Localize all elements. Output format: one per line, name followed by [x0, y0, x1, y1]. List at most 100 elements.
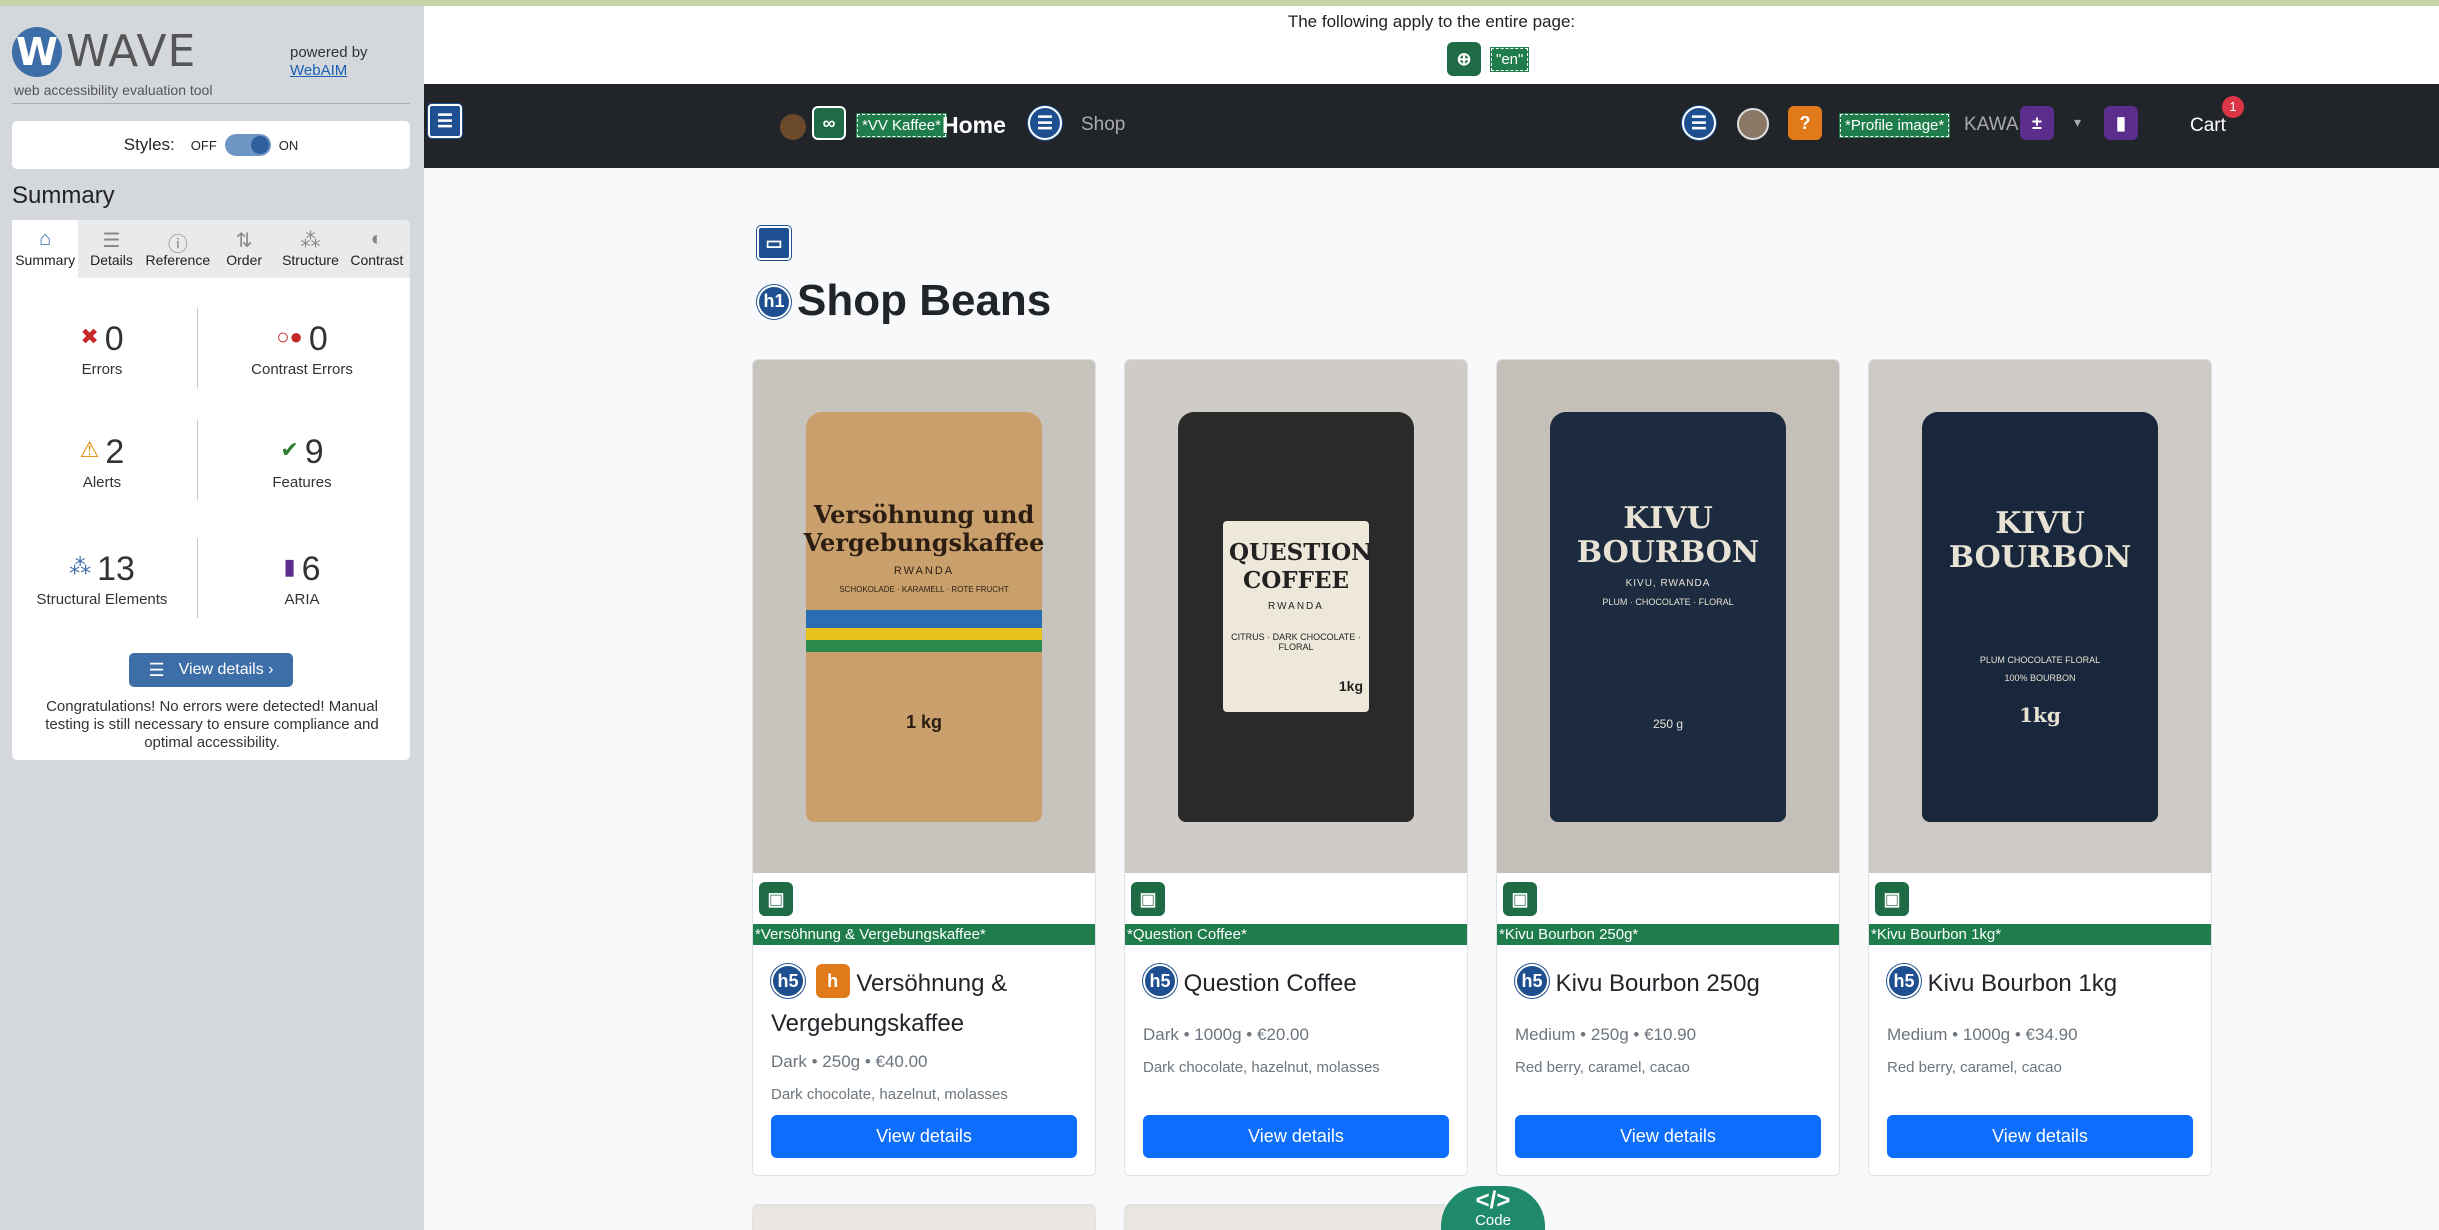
bag-subtitle: KIVU, RWANDA	[1625, 578, 1711, 589]
stat-structural[interactable]: ⁂ 13 Structural Elements	[12, 550, 192, 608]
aria-label: ARIA	[284, 591, 320, 608]
view-details-button[interactable]: View details	[1143, 1115, 1449, 1158]
nav-shop[interactable]: Shop	[1081, 114, 1125, 136]
bag-weight: 1 kg	[905, 711, 943, 732]
alt-text-tag: *Question Coffee*	[1125, 924, 1467, 945]
stat-features[interactable]: ✔ 9 Features	[212, 433, 392, 491]
product-meta: Medium • 1000g • €34.90	[1887, 1025, 2078, 1044]
code-label: Code	[1475, 1212, 1511, 1229]
product-meta: Dark • 1000g • €20.00	[1143, 1025, 1309, 1044]
image-icon: ▣	[759, 882, 793, 916]
tab-summary[interactable]: ⌂ Summary	[12, 220, 79, 278]
product-title-text: Kivu Bourbon 1kg	[1927, 970, 2118, 997]
bag-weight: 1kg	[2019, 702, 2061, 727]
heading-alert-icon: h	[815, 964, 850, 998]
product-title[interactable]: h5 h Versöhnung & Vergebungskaffee	[771, 964, 1081, 1044]
tab-contrast[interactable]: ◐ Contrast	[344, 220, 410, 278]
tab-label: Contrast	[350, 252, 404, 268]
bag-title: KIVU BOURBON	[1948, 505, 2132, 575]
code-toggle-button[interactable]: </> Code	[1441, 1186, 1545, 1230]
product-title[interactable]: h5 Question Coffee	[1143, 964, 1453, 1004]
flag-stripe	[806, 627, 1042, 640]
tab-details[interactable]: ☰ Details	[78, 220, 144, 278]
product-image[interactable]: KIVU BOURBON PLUM CHOCOLATE FLORAL 100% …	[1869, 360, 2211, 873]
contrast-errors-label: Contrast Errors	[251, 361, 353, 378]
list-icon: ☰	[148, 659, 165, 680]
globe-icon[interactable]: ⊕	[1447, 42, 1481, 76]
h5-icon: h5	[771, 964, 805, 998]
product-card: KIVU BOURBON PLUM CHOCOLATE FLORAL 100% …	[1868, 359, 2212, 1176]
avatar[interactable]	[1737, 108, 1769, 140]
product-image[interactable]: Versöhnung und Vergebungskaffee RWANDA S…	[753, 360, 1095, 873]
webaim-link[interactable]: WebAIM	[290, 62, 368, 80]
errors-count: 0	[104, 320, 124, 358]
bag-label: QUESTION COFFEE RWANDA CITRUS · DARK CHO…	[1223, 521, 1373, 712]
stat-contrast-errors[interactable]: ○● 0 Contrast Errors	[212, 320, 392, 378]
brand-logo[interactable]	[780, 114, 806, 140]
nav-cart[interactable]: Cart	[2190, 115, 2226, 137]
caret-down-icon[interactable]: ▾	[2074, 114, 2081, 131]
divider	[197, 538, 198, 618]
nav-user[interactable]: KAWA	[1964, 114, 2019, 136]
bag-title: QUESTION COFFEE	[1229, 539, 1373, 594]
profile-alt-tag: *Profile image*	[1838, 113, 1951, 138]
summary-title: Summary	[12, 182, 115, 209]
feature-icon: ✔	[280, 437, 299, 462]
wave-logo[interactable]: W WAVE	[12, 26, 196, 77]
product-title[interactable]: h5 Kivu Bourbon 1kg	[1887, 964, 2197, 1004]
view-details-button[interactable]: View details	[1515, 1115, 1821, 1158]
powered-by: powered by WebAIM	[290, 44, 368, 80]
view-details-button[interactable]: View details	[1887, 1115, 2193, 1158]
image-icon: ▣	[1503, 882, 1537, 916]
aria-icon: ▮	[2104, 106, 2138, 140]
bag-notes: CITRUS · DARK CHOCOLATE · FLORAL	[1231, 632, 1361, 652]
nav-home[interactable]: Home	[942, 112, 1006, 139]
stat-alerts[interactable]: ⚠ 2 Alerts	[12, 433, 192, 491]
view-details-button[interactable]: View details	[771, 1115, 1077, 1158]
brand-alt-tag: *VV Kaffee*	[856, 113, 947, 138]
view-details-label: View details ›	[178, 661, 274, 678]
bag-title: Versöhnung und Vergebungskaffee	[803, 499, 1045, 557]
styles-toggle[interactable]	[224, 134, 271, 156]
wave-tabs: ⌂ Summary ☰ Details ⓘ Reference ⇅ Order …	[12, 220, 410, 278]
features-count: 9	[304, 433, 324, 471]
list-icon: ☰	[1682, 106, 1716, 140]
list-icon: ☰	[1028, 106, 1062, 140]
product-title-text: Kivu Bourbon 250g	[1555, 970, 1760, 997]
tab-order[interactable]: ⇅ Order	[211, 220, 277, 278]
summary-panel: ⌂ Summary ☰ Details ⓘ Reference ⇅ Order …	[12, 220, 410, 760]
image-icon: ▣	[1131, 882, 1165, 916]
tab-label: Order	[226, 252, 263, 268]
product-card: Versöhnung und Vergebungskaffee RWANDA S…	[752, 359, 1096, 1176]
product-image[interactable]: KIVU BOURBON KIVU, RWANDA PLUM · CHOCOLA…	[1497, 360, 1839, 873]
divider	[12, 103, 410, 104]
bag-notes: PLUM CHOCOLATE FLORAL	[1979, 654, 2101, 665]
stat-errors[interactable]: ✖ 0 Errors	[12, 320, 192, 378]
product-meta: Medium • 250g • €10.90	[1515, 1025, 1697, 1044]
tab-reference[interactable]: ⓘ Reference	[145, 220, 211, 278]
aria-count: 6	[301, 550, 321, 588]
product-title[interactable]: h5 Kivu Bourbon 250g	[1515, 964, 1825, 1004]
home-icon: ⌂	[39, 228, 52, 250]
h1-icon: h1	[757, 284, 791, 319]
wave-sidebar: W WAVE web accessibility evaluation tool…	[0, 0, 424, 1230]
view-details-button[interactable]: ☰ View details ›	[129, 653, 293, 687]
bag-weight: 1kg	[1338, 678, 1363, 694]
tab-structure[interactable]: ⁂ Structure	[277, 220, 343, 278]
styles-on-label: ON	[278, 137, 299, 153]
region-icon: ▭	[757, 226, 791, 260]
product-meta: Dark • 250g • €40.00	[771, 1052, 928, 1071]
product-card-partial	[1124, 1204, 1468, 1230]
divider	[197, 308, 198, 388]
code-icon: </>	[1475, 1187, 1511, 1214]
bag-notes: SCHOKOLADE · KARAMELL · ROTE FRUCHT	[839, 584, 1009, 594]
stat-aria[interactable]: ▮ 6 ARIA	[212, 550, 392, 608]
alt-text-tag: *Versöhnung & Vergebungskaffee*	[753, 924, 1095, 945]
h5-icon: h5	[1887, 964, 1921, 998]
product-title-text: Question Coffee	[1183, 970, 1357, 997]
h5-icon: h5	[1143, 964, 1177, 998]
product-image[interactable]: QUESTION COFFEE RWANDA CITRUS · DARK CHO…	[1125, 360, 1467, 873]
product-card-partial	[752, 1204, 1096, 1230]
menu-icon[interactable]: ☰	[428, 104, 462, 138]
error-icon: ✖	[80, 324, 99, 349]
